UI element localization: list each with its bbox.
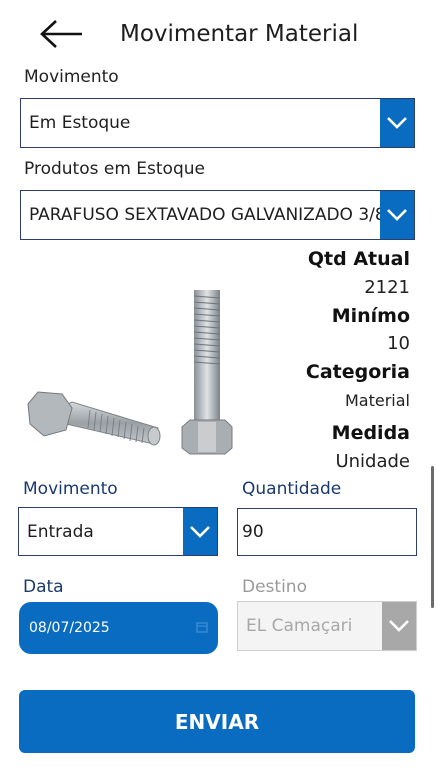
produtos-dropdown[interactable]: PARAFUSO SEXTAVADO GALVANIZADO 3/8 [20,190,415,240]
minimo-label: Minímo [331,305,410,327]
chevron-down-icon [380,99,414,147]
data-label: Data [23,577,64,597]
quantidade-input[interactable]: 90 [237,508,417,556]
enviar-button[interactable]: ENVIAR [19,690,415,753]
page-title: Movimentar Material [120,21,359,47]
chevron-down-icon [380,191,414,239]
calendar-icon [196,621,208,637]
destino-dropdown[interactable]: EL Camaçari [237,601,417,651]
movimento-top-label: Movimento [24,67,119,87]
product-image [20,252,238,464]
produtos-value: PARAFUSO SEXTAVADO GALVANIZADO 3/8 [29,205,386,225]
scrollbar[interactable] [431,466,434,608]
quantidade-label: Quantidade [242,479,342,499]
movimento-top-dropdown[interactable]: Em Estoque [20,98,415,148]
qtd-atual-value: 2121 [364,277,410,298]
minimo-value: 10 [387,333,410,354]
movimento-value: Entrada [27,521,94,542]
quantidade-value: 90 [242,522,264,542]
movimento-dropdown[interactable]: Entrada [18,507,218,556]
produtos-label: Produtos em Estoque [24,159,205,179]
qtd-atual-label: Qtd Atual [307,248,410,270]
medida-label: Medida [331,422,410,444]
categoria-value: Material [345,391,410,410]
chevron-down-icon [382,602,416,650]
back-arrow-icon[interactable] [38,18,86,50]
medida-value: Unidade [335,451,410,472]
movimento-top-value: Em Estoque [29,113,131,133]
destino-label: Destino [242,577,307,597]
movimento-label: Movimento [23,479,118,499]
chevron-down-icon [183,508,217,555]
categoria-label: Categoria [305,361,410,383]
date-picker[interactable]: 08/07/2025 [19,602,218,654]
date-value: 08/07/2025 [29,620,110,636]
destino-value: EL Camaçari [246,616,353,636]
